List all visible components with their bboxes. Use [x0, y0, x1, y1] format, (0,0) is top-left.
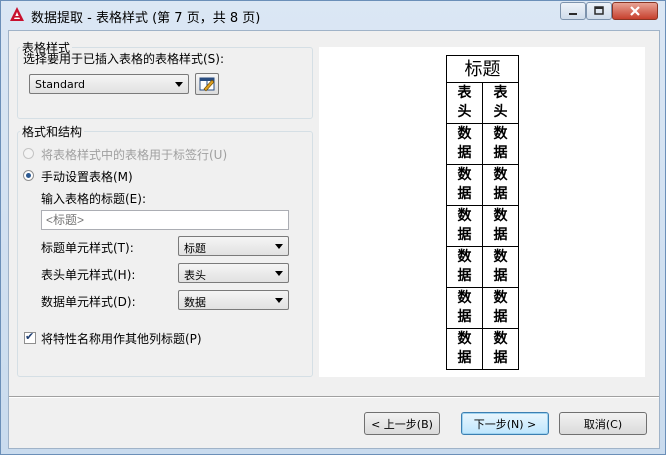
preview-title-cell: 标题: [446, 55, 519, 83]
next-button[interactable]: 下一步(N) >: [461, 412, 549, 435]
header-cell-style-value: 表头: [184, 269, 206, 282]
checkmark-icon: ✔: [25, 330, 35, 343]
use-property-names-label: 将特性名称用作其他列标题(P): [41, 332, 202, 346]
preview-data-cell: 数据: [482, 287, 519, 329]
preview-data-cell: 数据: [482, 205, 519, 247]
format-structure-group-title: 格式和结构: [20, 123, 85, 140]
minimize-button[interactable]: [560, 2, 586, 20]
table-preview: 标题 表头 表头 数据 数据 数据 数据 数据 数据 数 据 数 据 数 据 数…: [319, 47, 645, 377]
preview-data-cell: 数据: [482, 246, 519, 288]
dialog-body: 表格样式 选择要用于已插入表格的表格样式(S): Standard 格式和结构 …: [8, 30, 660, 449]
table-title-input[interactable]: [41, 210, 289, 230]
format-structure-group: 格式和结构 将表格样式中的表格用于标签行(U) 手动设置表格(M) 输入表格的标…: [17, 123, 313, 377]
title-cell-style-value: 标题: [184, 242, 206, 255]
data-cell-style-label: 数据单元样式(D):: [41, 295, 136, 309]
window-title: 数据提取 - 表格样式 (第 7 页，共 8 页): [31, 11, 261, 26]
maximize-button[interactable]: [586, 2, 612, 20]
preview-data-row: 数据 数据: [446, 328, 519, 370]
title-input-label: 输入表格的标题(E):: [41, 192, 146, 206]
edit-table-style-button[interactable]: [195, 73, 219, 95]
table-style-editor-icon: [199, 77, 215, 92]
preview-data-cell: 数据: [446, 328, 483, 370]
preview-table: 标题 表头 表头 数据 数据 数据 数据 数据 数据 数 据 数 据 数 据 数…: [446, 55, 519, 370]
use-property-names-checkbox[interactable]: ✔: [24, 330, 36, 344]
preview-header-row: 表头 表头: [446, 82, 519, 124]
preview-header-cell: 表头: [446, 82, 483, 124]
preview-data-row: 数据 数据: [446, 205, 519, 247]
table-style-select-label: 选择要用于已插入表格的表格样式(S):: [23, 52, 225, 66]
table-style-combo-value: Standard: [35, 78, 86, 91]
preview-data-row: 数据 数据: [446, 287, 519, 329]
preview-data-cell: 数据: [482, 164, 519, 206]
cancel-button[interactable]: 取消(C): [559, 412, 647, 435]
data-cell-style-combo[interactable]: 数据: [178, 290, 289, 310]
chevron-down-icon: [275, 298, 283, 303]
title-bar: 数据提取 - 表格样式 (第 7 页，共 8 页): [1, 1, 665, 27]
preview-data-cell: 数据: [446, 287, 483, 329]
use-table-style-radio[interactable]: [23, 148, 34, 159]
title-cell-style-combo[interactable]: 标题: [178, 236, 289, 256]
manual-setup-radio[interactable]: [23, 170, 34, 181]
preview-data-row: 数据 数据: [446, 246, 519, 288]
footer-separator: [9, 396, 659, 398]
restore-icon: [594, 6, 604, 15]
preview-data-row: 数据 数据: [446, 123, 519, 165]
preview-data-cell: 数据: [446, 246, 483, 288]
preview-header-cell: 表头: [482, 82, 519, 124]
close-button[interactable]: [612, 2, 658, 20]
table-style-combo[interactable]: Standard: [29, 74, 189, 94]
preview-data-cell: 数据: [482, 123, 519, 165]
preview-data-row: 数据 数据: [446, 164, 519, 206]
dialog-window: 数据提取 - 表格样式 (第 7 页，共 8 页) 表格样式 选择要用于已插入表…: [0, 0, 666, 455]
chevron-down-icon: [275, 244, 283, 249]
header-cell-style-combo[interactable]: 表头: [178, 263, 289, 283]
preview-data-cell: 数据: [446, 164, 483, 206]
preview-title-row: 标题: [446, 55, 519, 83]
close-icon: [630, 6, 640, 16]
preview-data-cell: 数据: [482, 328, 519, 370]
back-button[interactable]: < 上一步(B): [364, 412, 440, 435]
table-style-group: 表格样式 选择要用于已插入表格的表格样式(S): Standard: [17, 39, 313, 119]
manual-setup-radio-label: 手动设置表格(M): [41, 170, 133, 184]
preview-data-cell: 数据: [446, 205, 483, 247]
use-table-style-radio-label: 将表格样式中的表格用于标签行(U): [41, 148, 228, 162]
header-cell-style-label: 表头单元样式(H):: [41, 268, 136, 282]
chevron-down-icon: [275, 271, 283, 276]
preview-data-cell: 数据: [446, 123, 483, 165]
minimize-icon: [569, 13, 577, 15]
data-cell-style-value: 数据: [184, 296, 206, 309]
chevron-down-icon: [175, 82, 183, 87]
title-cell-style-label: 标题单元样式(T):: [41, 241, 134, 255]
autocad-logo-icon: [10, 7, 24, 21]
